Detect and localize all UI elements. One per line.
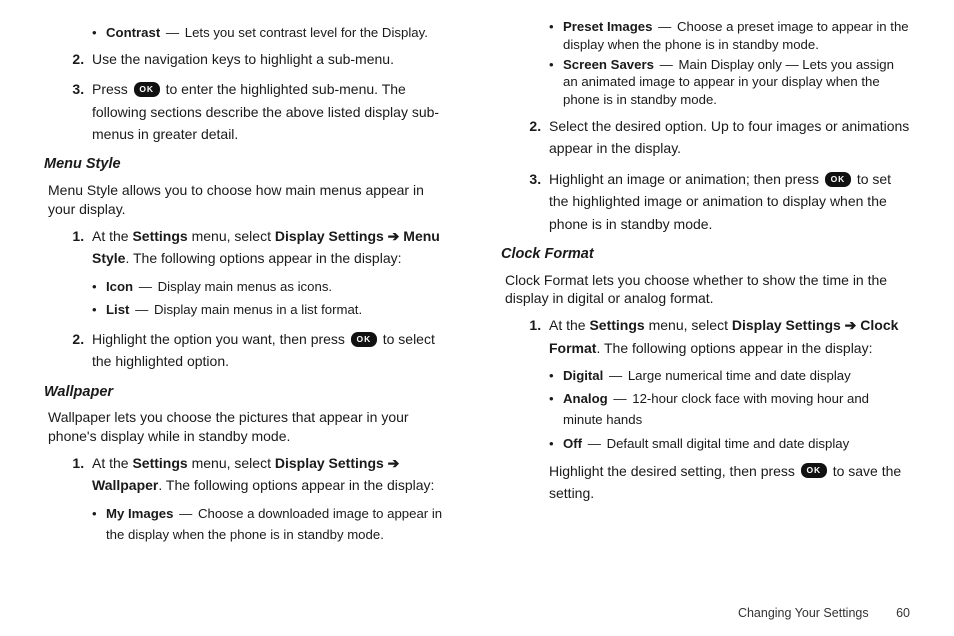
wallpaper-steps-cont: Select the desired option. Up to four im… [501, 115, 910, 235]
ms-opt1-desc: Display main menus as icons. [158, 279, 332, 294]
arrow-icon: ➔ [841, 317, 861, 333]
page-footer: Changing Your Settings 60 [738, 605, 910, 622]
menu-style-opts: Icon — Display main menus as icons. List… [92, 276, 453, 320]
menu-style-step-2-body: Highlight the option you want, then pres… [92, 331, 435, 369]
top-step-3: Press OK to enter the highlighted sub-me… [88, 78, 453, 145]
menu-style-opt-icon: Icon — Display main menus as icons. [92, 276, 453, 297]
wallpaper-steps: At the Settings menu, select Display Set… [44, 452, 453, 545]
clock-format-intro: Clock Format lets you choose whether to … [505, 271, 910, 309]
contrast-bullet: Contrast — Lets you set contrast level f… [92, 24, 453, 42]
wallpaper-step-2: Select the desired option. Up to four im… [545, 115, 910, 160]
ms1-path1: Display Settings [275, 228, 384, 244]
cf1-post: . The following options appear in the di… [596, 340, 872, 356]
wallpaper-step-3-body: Highlight an image or animation; then pr… [549, 171, 891, 232]
contrast-term: Contrast [106, 25, 160, 40]
dash: — [613, 391, 626, 406]
cf-opt3-term: Off [563, 436, 582, 451]
contrast-bullet-list: Contrast — Lets you set contrast level f… [92, 24, 453, 42]
dash: — [609, 368, 622, 383]
dash: — [179, 506, 192, 521]
wp1-post: . The following options appear in the di… [158, 477, 434, 493]
wallpaper-opts-left: My Images — Choose a downloaded image to… [92, 503, 453, 545]
wp-opt2-term: Preset Images [563, 19, 652, 34]
menu-style-step-1-body: At the Settings menu, select Display Set… [92, 228, 440, 266]
menu-style-step-2: Highlight the option you want, then pres… [88, 328, 453, 373]
top-step-2-text: Use the navigation keys to highlight a s… [92, 51, 394, 67]
cf-opt1-desc: Large numerical time and date display [628, 368, 851, 383]
arrow-icon: ➔ [384, 228, 404, 244]
wallpaper-opt-screensavers: Screen Savers — Main Display only — Lets… [549, 56, 910, 109]
dash: — [139, 279, 152, 294]
clock-format-heading: Clock Format [501, 245, 910, 265]
right-column: Preset Images — Choose a preset image to… [501, 18, 910, 553]
ok-key-icon: OK [825, 172, 851, 187]
clock-format-tail: Highlight the desired setting, then pres… [549, 463, 901, 501]
wp1-path2: Wallpaper [92, 477, 158, 493]
cf-opt1-term: Digital [563, 368, 603, 383]
wp1-path1: Display Settings [275, 455, 384, 471]
wallpaper-step-1: At the Settings menu, select Display Set… [88, 452, 453, 545]
menu-style-step-1: At the Settings menu, select Display Set… [88, 225, 453, 320]
footer-page-number: 60 [896, 606, 910, 620]
wallpaper-step-3: Highlight an image or animation; then pr… [545, 168, 910, 235]
wallpaper-heading: Wallpaper [44, 383, 453, 403]
clock-format-opts: Digital — Large numerical time and date … [549, 365, 910, 454]
dash: — [588, 436, 601, 451]
wallpaper-intro: Wallpaper lets you choose the pictures t… [48, 408, 453, 446]
menu-style-steps: At the Settings menu, select Display Set… [44, 225, 453, 373]
ok-key-icon: OK [801, 463, 827, 478]
wallpaper-opt-myimages: My Images — Choose a downloaded image to… [92, 503, 453, 545]
clock-format-steps: At the Settings menu, select Display Set… [501, 314, 910, 504]
clock-format-opt-analog: Analog — 12-hour clock face with moving … [549, 388, 910, 430]
menu-style-opt-list: List — Display main menus in a list form… [92, 299, 453, 320]
cf-tail-pre: Highlight the desired setting, then pres… [549, 463, 799, 479]
wp1-mid: menu, select [188, 455, 275, 471]
wallpaper-opts-right: Preset Images — Choose a preset image to… [549, 18, 910, 109]
contrast-desc: Lets you set contrast level for the Disp… [185, 25, 428, 40]
arrow-icon: ➔ [384, 455, 400, 471]
top-step-3-body: Press OK to enter the highlighted sub-me… [92, 81, 439, 142]
wallpaper-opt-preset: Preset Images — Choose a preset image to… [549, 18, 910, 54]
ms-opt2-desc: Display main menus in a list format. [154, 302, 362, 317]
ms1-mid: menu, select [188, 228, 275, 244]
top-step-2: Use the navigation keys to highlight a s… [88, 48, 453, 70]
wp1-settings: Settings [132, 455, 187, 471]
ms1-post: . The following options appear in the di… [125, 250, 401, 266]
top-step-3-pre: Press [92, 81, 132, 97]
dash: — [660, 57, 673, 72]
cf-opt2-term: Analog [563, 391, 608, 406]
ms1-settings: Settings [132, 228, 187, 244]
ms-opt1-term: Icon [106, 279, 133, 294]
menu-style-intro: Menu Style allows you to choose how main… [48, 181, 453, 219]
clock-format-opt-digital: Digital — Large numerical time and date … [549, 365, 910, 386]
menu-style-heading: Menu Style [44, 155, 453, 175]
top-steps: Use the navigation keys to highlight a s… [44, 48, 453, 146]
dash: — [166, 25, 179, 40]
ms1-pre: At the [92, 228, 132, 244]
footer-section: Changing Your Settings [738, 606, 869, 620]
page-body: Contrast — Lets you set contrast level f… [0, 0, 954, 561]
ms2-pre: Highlight the option you want, then pres… [92, 331, 349, 347]
dash: — [658, 19, 671, 34]
wp3-pre: Highlight an image or animation; then pr… [549, 171, 823, 187]
ms-opt2-term: List [106, 302, 129, 317]
clock-format-step-1: At the Settings menu, select Display Set… [545, 314, 910, 504]
cf1-path1: Display Settings [732, 317, 841, 333]
cf1-settings: Settings [589, 317, 644, 333]
cf-opt3-desc: Default small digital time and date disp… [607, 436, 850, 451]
dash: — [135, 302, 148, 317]
cf1-pre: At the [549, 317, 589, 333]
wallpaper-step-2-text: Select the desired option. Up to four im… [549, 118, 909, 156]
cf-opt2-desc: 12-hour clock face with moving hour and … [563, 391, 869, 427]
wallpaper-step-1-body: At the Settings menu, select Display Set… [92, 455, 434, 493]
ok-key-icon: OK [134, 82, 160, 97]
left-column: Contrast — Lets you set contrast level f… [44, 18, 453, 553]
clock-format-opt-off: Off — Default small digital time and dat… [549, 433, 910, 454]
wp-opt3-term: Screen Savers [563, 57, 654, 72]
wp-opt1-term: My Images [106, 506, 173, 521]
ok-key-icon: OK [351, 332, 377, 347]
cf1-mid: menu, select [645, 317, 732, 333]
wp1-pre: At the [92, 455, 132, 471]
clock-format-step-1-body: At the Settings menu, select Display Set… [549, 317, 898, 355]
